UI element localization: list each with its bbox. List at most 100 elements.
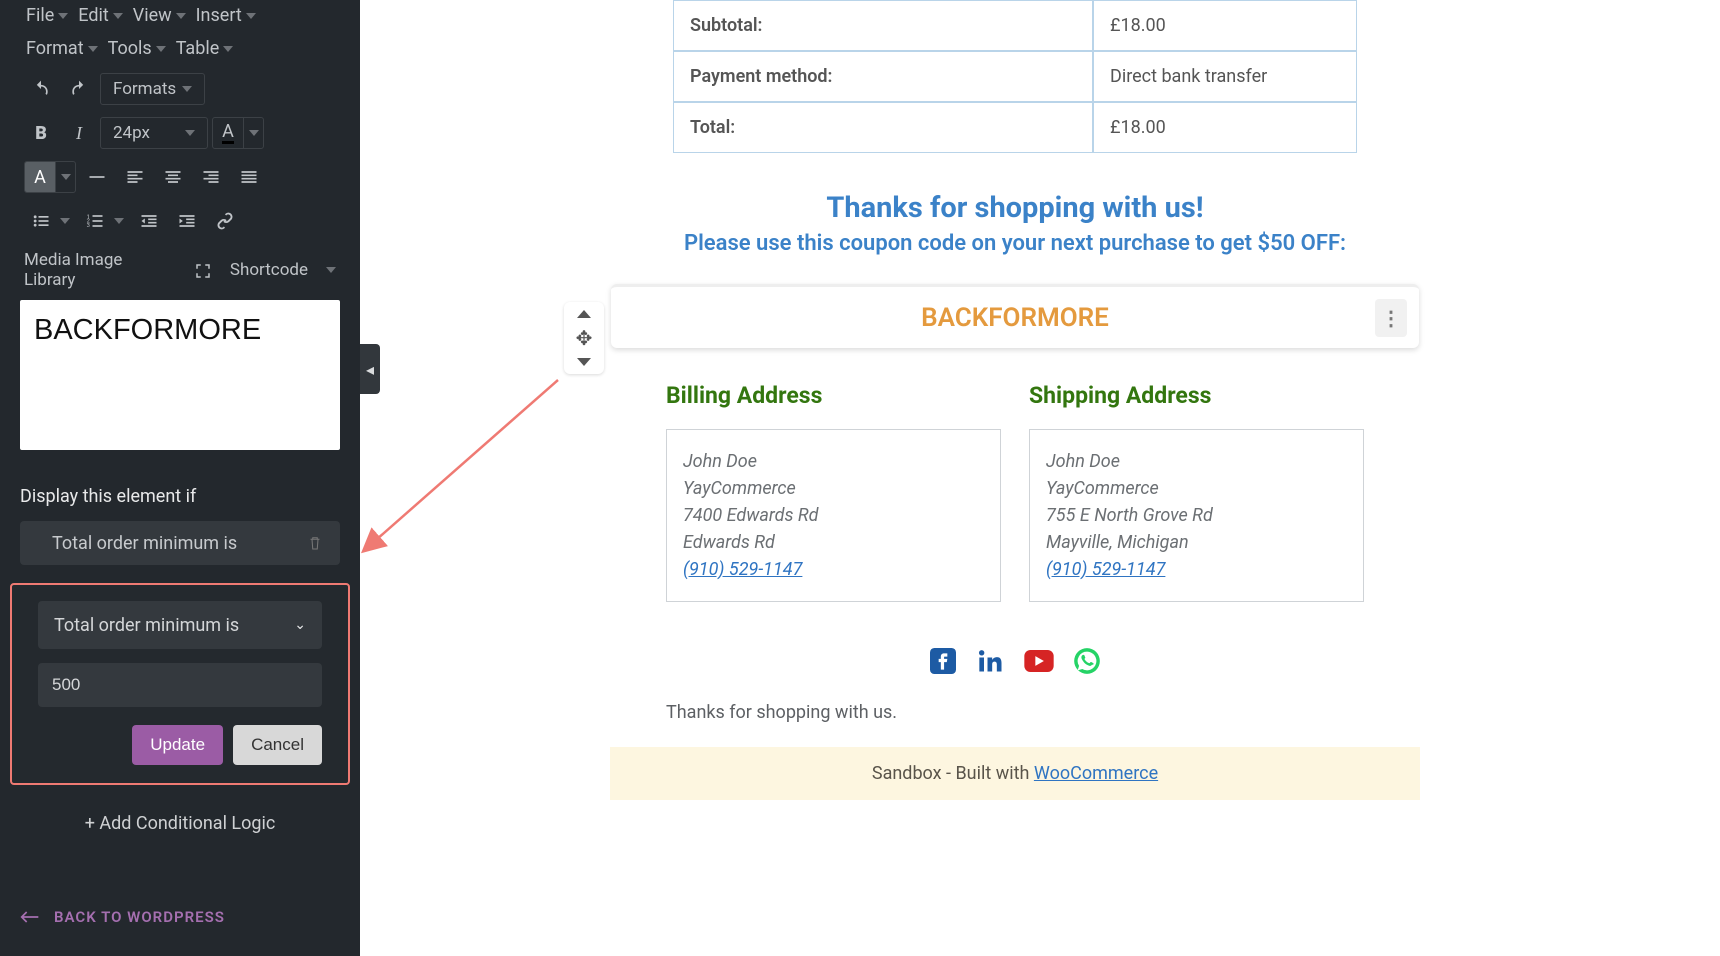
cell-value: £18.00 [1093, 102, 1357, 153]
editor-toolbar-5: Media Image Library Shortcode [0, 244, 360, 300]
bullet-list-button[interactable] [24, 204, 58, 238]
condition-summary[interactable]: Total order minimum is [20, 521, 340, 565]
cell-label: Total: [673, 102, 1093, 153]
shortcode-button[interactable]: Shortcode [230, 260, 308, 280]
social-icons [610, 648, 1420, 674]
order-summary-table: Subtotal: £18.00 Payment method: Direct … [673, 0, 1357, 153]
element-actions-button[interactable]: ⋮ [1375, 299, 1407, 337]
sandbox-prefix: Sandbox - Built with [872, 763, 1034, 784]
billing-address: John Doe YayCommerce 7400 Edwards Rd Edw… [666, 429, 1001, 602]
align-right-button[interactable] [194, 160, 228, 194]
sandbox-bar: Sandbox - Built with WooCommerce [610, 747, 1420, 800]
coupon-banner[interactable]: BACKFORMORE ⋮ [611, 284, 1419, 348]
svg-text:3: 3 [87, 223, 90, 229]
addr-line1: 7400 Edwards Rd [683, 502, 984, 529]
whatsapp-icon[interactable] [1072, 648, 1102, 674]
chevron-down-icon: ⌄ [294, 617, 306, 633]
text-editor[interactable]: BACKFORMORE [20, 300, 340, 450]
editor-menubar: File Edit View Insert [0, 0, 360, 35]
editor-menubar-2: Format Tools Table [0, 35, 360, 68]
drag-handle[interactable]: ✥ [576, 326, 593, 350]
formats-dropdown[interactable]: Formats [100, 73, 205, 105]
editor-sidebar: File Edit View Insert Format Tools Table… [0, 0, 360, 956]
conditions-panel: Display this element if Total order mini… [0, 450, 360, 854]
chevron-down-icon[interactable] [60, 218, 70, 224]
cell-label: Payment method: [673, 51, 1093, 102]
condition-type-label: Total order minimum is [54, 615, 239, 636]
hr-button[interactable] [80, 160, 114, 194]
addr-phone[interactable]: (910) 529-1147 [1046, 559, 1165, 580]
fontsize-label: 24px [113, 123, 150, 143]
trash-icon[interactable] [306, 533, 324, 553]
condition-value-input[interactable] [38, 663, 322, 707]
chevron-down-icon [58, 13, 68, 19]
menu-file[interactable]: File [24, 2, 70, 29]
bold-button[interactable]: B [24, 116, 58, 150]
menu-format-label: Format [26, 38, 84, 59]
chevron-down-icon [113, 13, 123, 19]
menu-file-label: File [26, 5, 54, 26]
addr-name: John Doe [1046, 448, 1347, 475]
address-row: Billing Address John Doe YayCommerce 740… [610, 382, 1420, 602]
thanks-subtitle: Please use this coupon code on your next… [610, 231, 1420, 256]
redo-button[interactable] [62, 72, 96, 106]
cell-value: Direct bank transfer [1093, 51, 1357, 102]
menu-edit-label: Edit [78, 5, 108, 26]
menu-tools-label: Tools [108, 38, 152, 59]
menu-table-label: Table [176, 38, 220, 59]
back-label: BACK TO WORDPRESS [54, 908, 225, 926]
addr-line2: Mayville, Michigan [1046, 529, 1347, 556]
addr-line1: 755 E North Grove Rd [1046, 502, 1347, 529]
update-button[interactable]: Update [132, 725, 223, 765]
chevron-down-icon[interactable] [114, 218, 124, 224]
fontsize-dropdown[interactable]: 24px [100, 117, 208, 149]
cancel-button[interactable]: Cancel [233, 725, 322, 765]
fullscreen-button[interactable] [194, 260, 212, 280]
collapse-sidebar-button[interactable]: ◂ [360, 344, 380, 394]
bg-color-button[interactable]: A [24, 161, 76, 193]
align-justify-button[interactable] [232, 160, 266, 194]
chevron-down-icon [55, 162, 75, 192]
addr-phone[interactable]: (910) 529-1147 [683, 559, 802, 580]
italic-button[interactable]: I [62, 116, 96, 150]
youtube-icon[interactable] [1024, 648, 1054, 674]
chevron-down-icon [326, 267, 336, 273]
number-list-button[interactable]: 123 [78, 204, 112, 238]
chevron-left-icon: ◂ [366, 360, 374, 379]
conditions-title: Display this element if [20, 486, 340, 507]
back-to-wordpress-link[interactable]: BACK TO WORDPRESS [0, 888, 360, 956]
menu-table[interactable]: Table [174, 35, 236, 62]
chevron-down-icon [156, 46, 166, 52]
editor-toolbar-1: Formats [0, 68, 360, 112]
menu-view[interactable]: View [131, 2, 188, 29]
table-row: Total: £18.00 [673, 102, 1357, 153]
menu-tools[interactable]: Tools [106, 35, 168, 62]
undo-button[interactable] [24, 72, 58, 106]
annotation-arrow [358, 370, 578, 560]
add-conditional-logic-button[interactable]: + Add Conditional Logic [20, 785, 340, 844]
chevron-down-icon [88, 46, 98, 52]
link-button[interactable] [208, 204, 242, 238]
menu-insert[interactable]: Insert [194, 2, 258, 29]
chevron-down-icon [243, 118, 263, 148]
facebook-icon[interactable] [928, 648, 958, 674]
outdent-button[interactable] [132, 204, 166, 238]
text-color-button[interactable]: A [212, 117, 264, 149]
addr-name: John Doe [683, 448, 984, 475]
align-left-button[interactable] [118, 160, 152, 194]
coupon-code: BACKFORMORE [921, 303, 1109, 333]
sandbox-link[interactable]: WooCommerce [1034, 763, 1158, 784]
media-library-button[interactable]: Media Image Library [24, 250, 176, 290]
reorder-control: ✥ [564, 302, 604, 374]
indent-button[interactable] [170, 204, 204, 238]
menu-format[interactable]: Format [24, 35, 100, 62]
editor-toolbar-4: 123 [0, 200, 360, 244]
linkedin-icon[interactable] [976, 648, 1006, 674]
align-center-button[interactable] [156, 160, 190, 194]
move-up-button[interactable] [577, 310, 591, 318]
move-down-button[interactable] [577, 358, 591, 366]
menu-edit[interactable]: Edit [76, 2, 124, 29]
condition-type-dropdown[interactable]: Total order minimum is ⌄ [38, 601, 322, 649]
table-row: Payment method: Direct bank transfer [673, 51, 1357, 102]
email-preview: Subtotal: £18.00 Payment method: Direct … [610, 0, 1420, 800]
